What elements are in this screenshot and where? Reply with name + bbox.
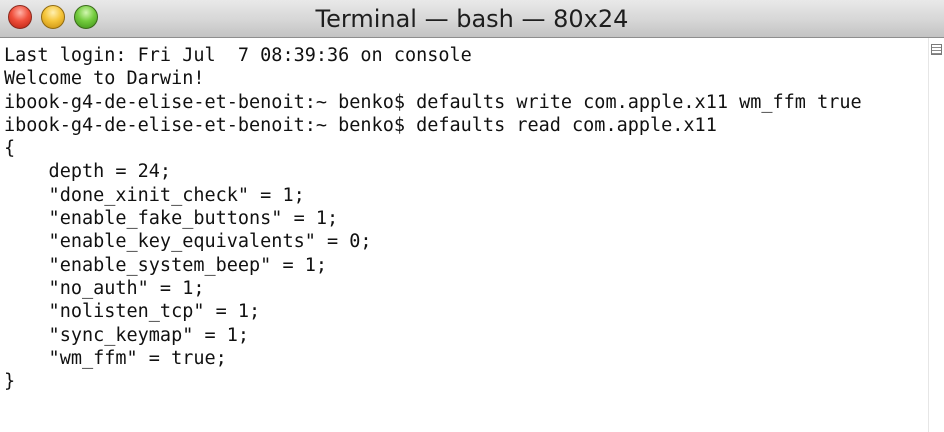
terminal-line: Welcome to Darwin! — [4, 68, 205, 90]
terminal-line: "wm_ffm" = true; — [4, 347, 227, 369]
window-title: Terminal — bash — 80x24 — [315, 5, 629, 33]
terminal-line: "done_xinit_check" = 1; — [4, 184, 305, 206]
terminal-line: "nolisten_tcp" = 1; — [4, 301, 261, 323]
split-pane-icon[interactable] — [931, 44, 942, 55]
terminal-line: depth = 24; — [4, 161, 172, 183]
title-bar[interactable]: Terminal — bash — 80x24 — [0, 0, 944, 38]
terminal-line: "sync_keymap" = 1; — [4, 324, 250, 346]
scrollbar[interactable] — [928, 38, 944, 432]
terminal-line: "enable_system_beep" = 1; — [4, 254, 328, 276]
terminal-line: "enable_key_equivalents" = 0; — [4, 231, 372, 253]
terminal-line: { — [4, 138, 16, 160]
terminal-line: ibook-g4-de-elise-et-benoit:~ benko$ def… — [4, 114, 717, 136]
terminal-line: "enable_fake_buttons" = 1; — [4, 208, 339, 230]
terminal-line: "no_auth" = 1; — [4, 277, 205, 299]
terminal-window: Terminal — bash — 80x24 Last login: Fri … — [0, 0, 944, 432]
terminal-output[interactable]: Last login: Fri Jul 7 08:39:36 on consol… — [0, 38, 928, 432]
terminal-line: Last login: Fri Jul 7 08:39:36 on consol… — [4, 45, 472, 66]
terminal-line: } — [4, 371, 16, 393]
terminal-line: ibook-g4-de-elise-et-benoit:~ benko$ def… — [4, 91, 862, 113]
